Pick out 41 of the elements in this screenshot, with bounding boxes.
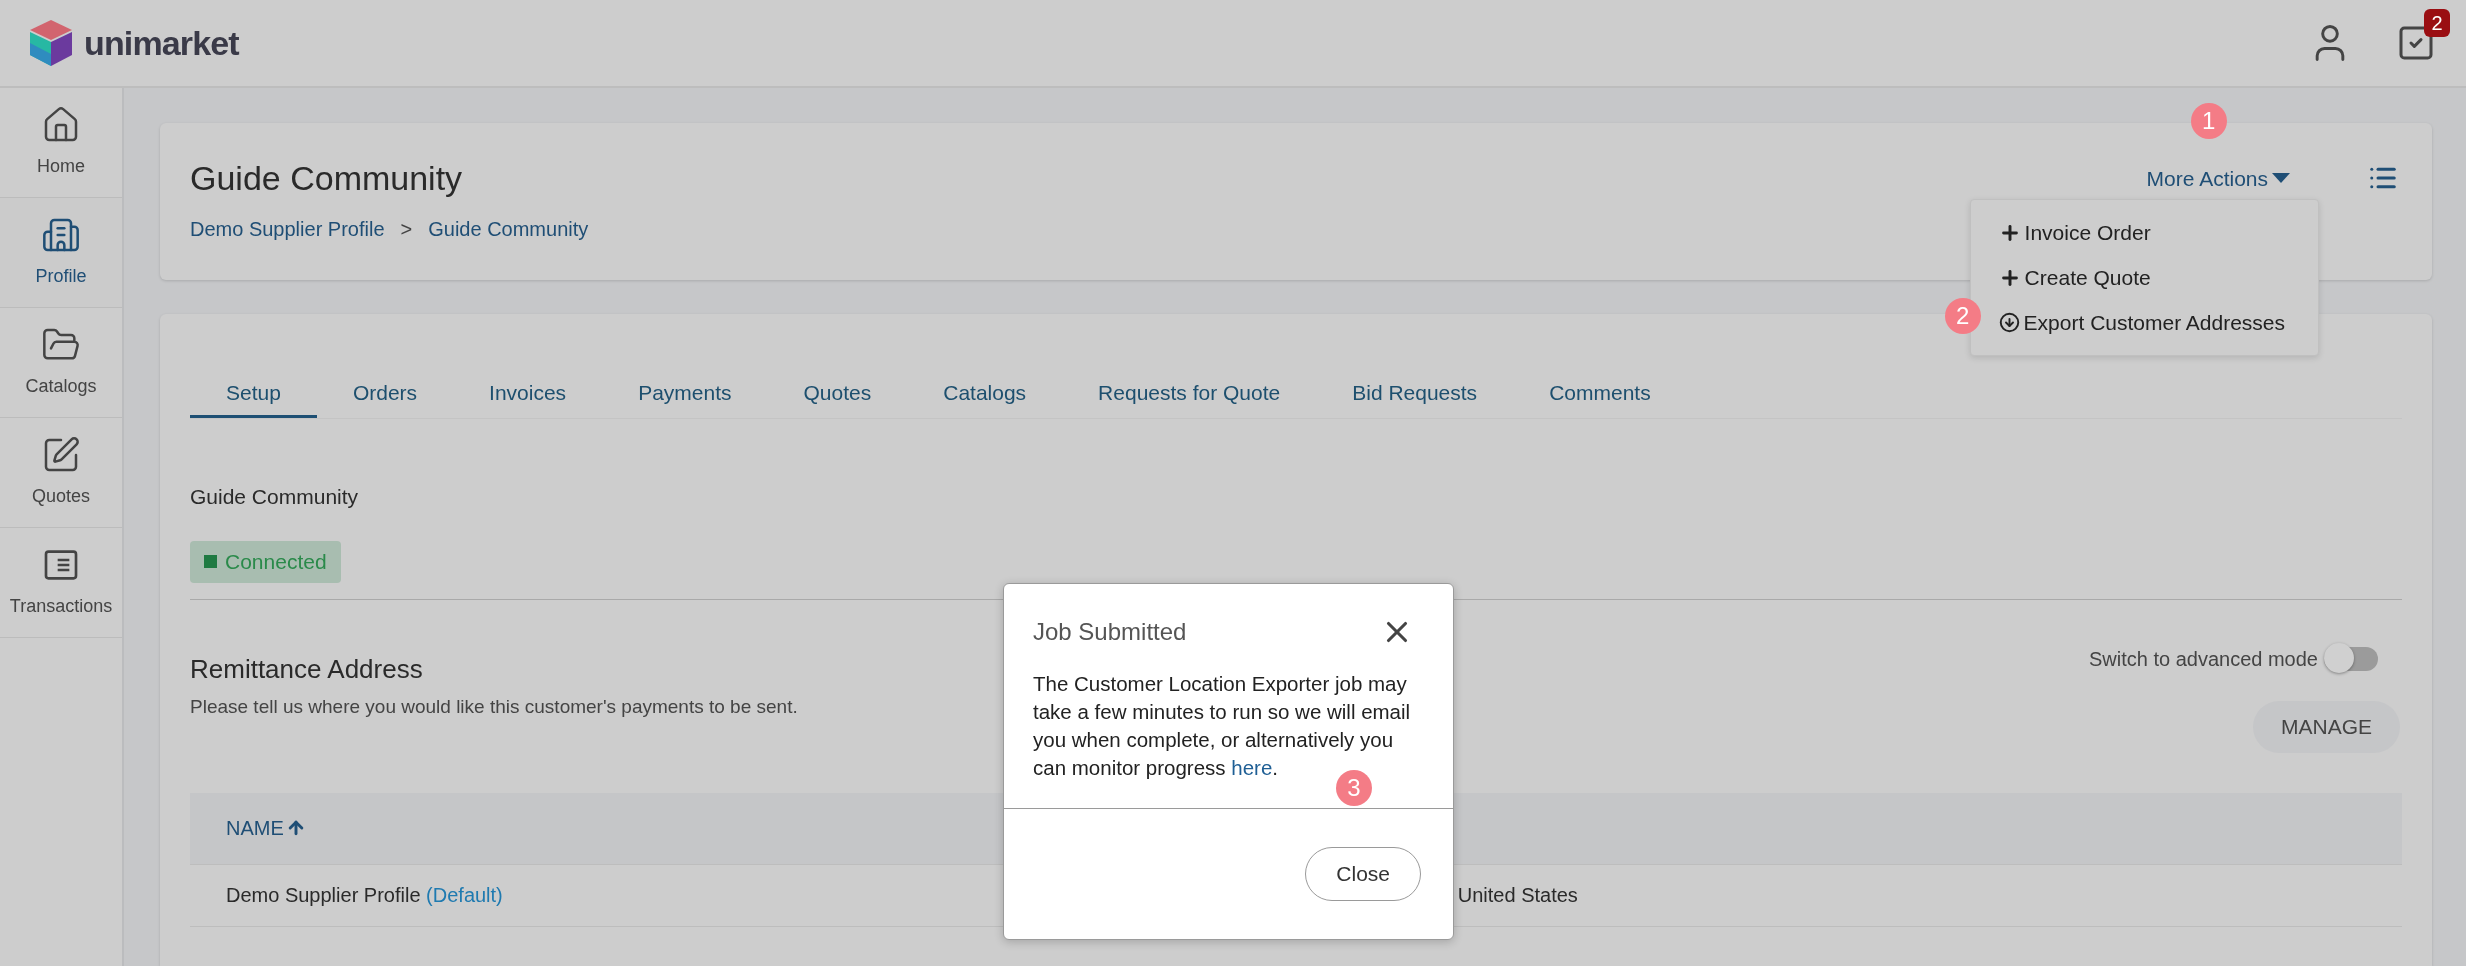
menu-item[interactable]: Invoice Order	[1982, 210, 2318, 255]
breadcrumb-separator: >	[400, 216, 413, 242]
section-title: Remittance Address	[190, 652, 424, 686]
notification-badge: 2	[2424, 9, 2450, 37]
sidebar-item[interactable]: Transactions	[0, 528, 122, 638]
menu-item[interactable]: Create Quote	[1982, 255, 2318, 300]
sidebar-item[interactable]: Quotes	[0, 418, 122, 528]
breadcrumb-link[interactable]: Demo Supplier Profile	[190, 213, 385, 244]
advanced-mode-switch[interactable]	[2324, 646, 2378, 671]
tab[interactable]: Invoices	[453, 370, 603, 418]
manage-button[interactable]: MANAGE	[2253, 700, 2400, 753]
tab[interactable]: Catalogs	[907, 370, 1063, 418]
dialog-title: Job Submitted	[1033, 617, 1187, 647]
community-name: Guide Community	[190, 484, 360, 510]
callout-number: 1	[2190, 103, 2227, 139]
toggle-label: Switch to advanced mode	[2088, 646, 2318, 672]
brand-name: unimarket	[84, 22, 239, 64]
callout-number: 3	[1336, 770, 1372, 806]
tab[interactable]: Setup	[190, 370, 317, 418]
page-title: Guide Community	[190, 158, 464, 199]
tab[interactable]: Bid Requests	[1316, 370, 1514, 418]
caret-icon	[2272, 172, 2290, 185]
status-square-icon	[204, 555, 217, 568]
callout-number: 2	[1944, 298, 1981, 334]
cube-logo-icon	[28, 18, 74, 68]
column-header[interactable]: NAME	[226, 813, 306, 843]
tab[interactable]: Orders	[316, 370, 454, 418]
menu-item[interactable]: Export Customer Addresses	[1982, 300, 2318, 345]
tab[interactable]: Comments	[1513, 370, 1687, 418]
progress-link[interactable]: here	[1231, 756, 1273, 779]
download-icon	[1998, 312, 2020, 333]
tab[interactable]: Quotes	[767, 370, 908, 418]
status-badge: Connected	[190, 540, 341, 583]
more-actions-dropdown[interactable]: More Actions	[2146, 163, 2290, 195]
tab[interactable]: Payments	[602, 370, 768, 418]
tab[interactable]: Requests for Quote	[1062, 370, 1317, 418]
section-description: Please tell us where you would like this customer's payments to be sent.	[190, 694, 798, 719]
sidebar-item[interactable]: Catalogs	[0, 308, 122, 418]
table-cell-text: Demo Supplier Profile (Default)	[226, 883, 503, 908]
table-cell-text: United States	[1457, 883, 1578, 908]
breadcrumb-link[interactable]: Guide Community	[428, 213, 589, 244]
